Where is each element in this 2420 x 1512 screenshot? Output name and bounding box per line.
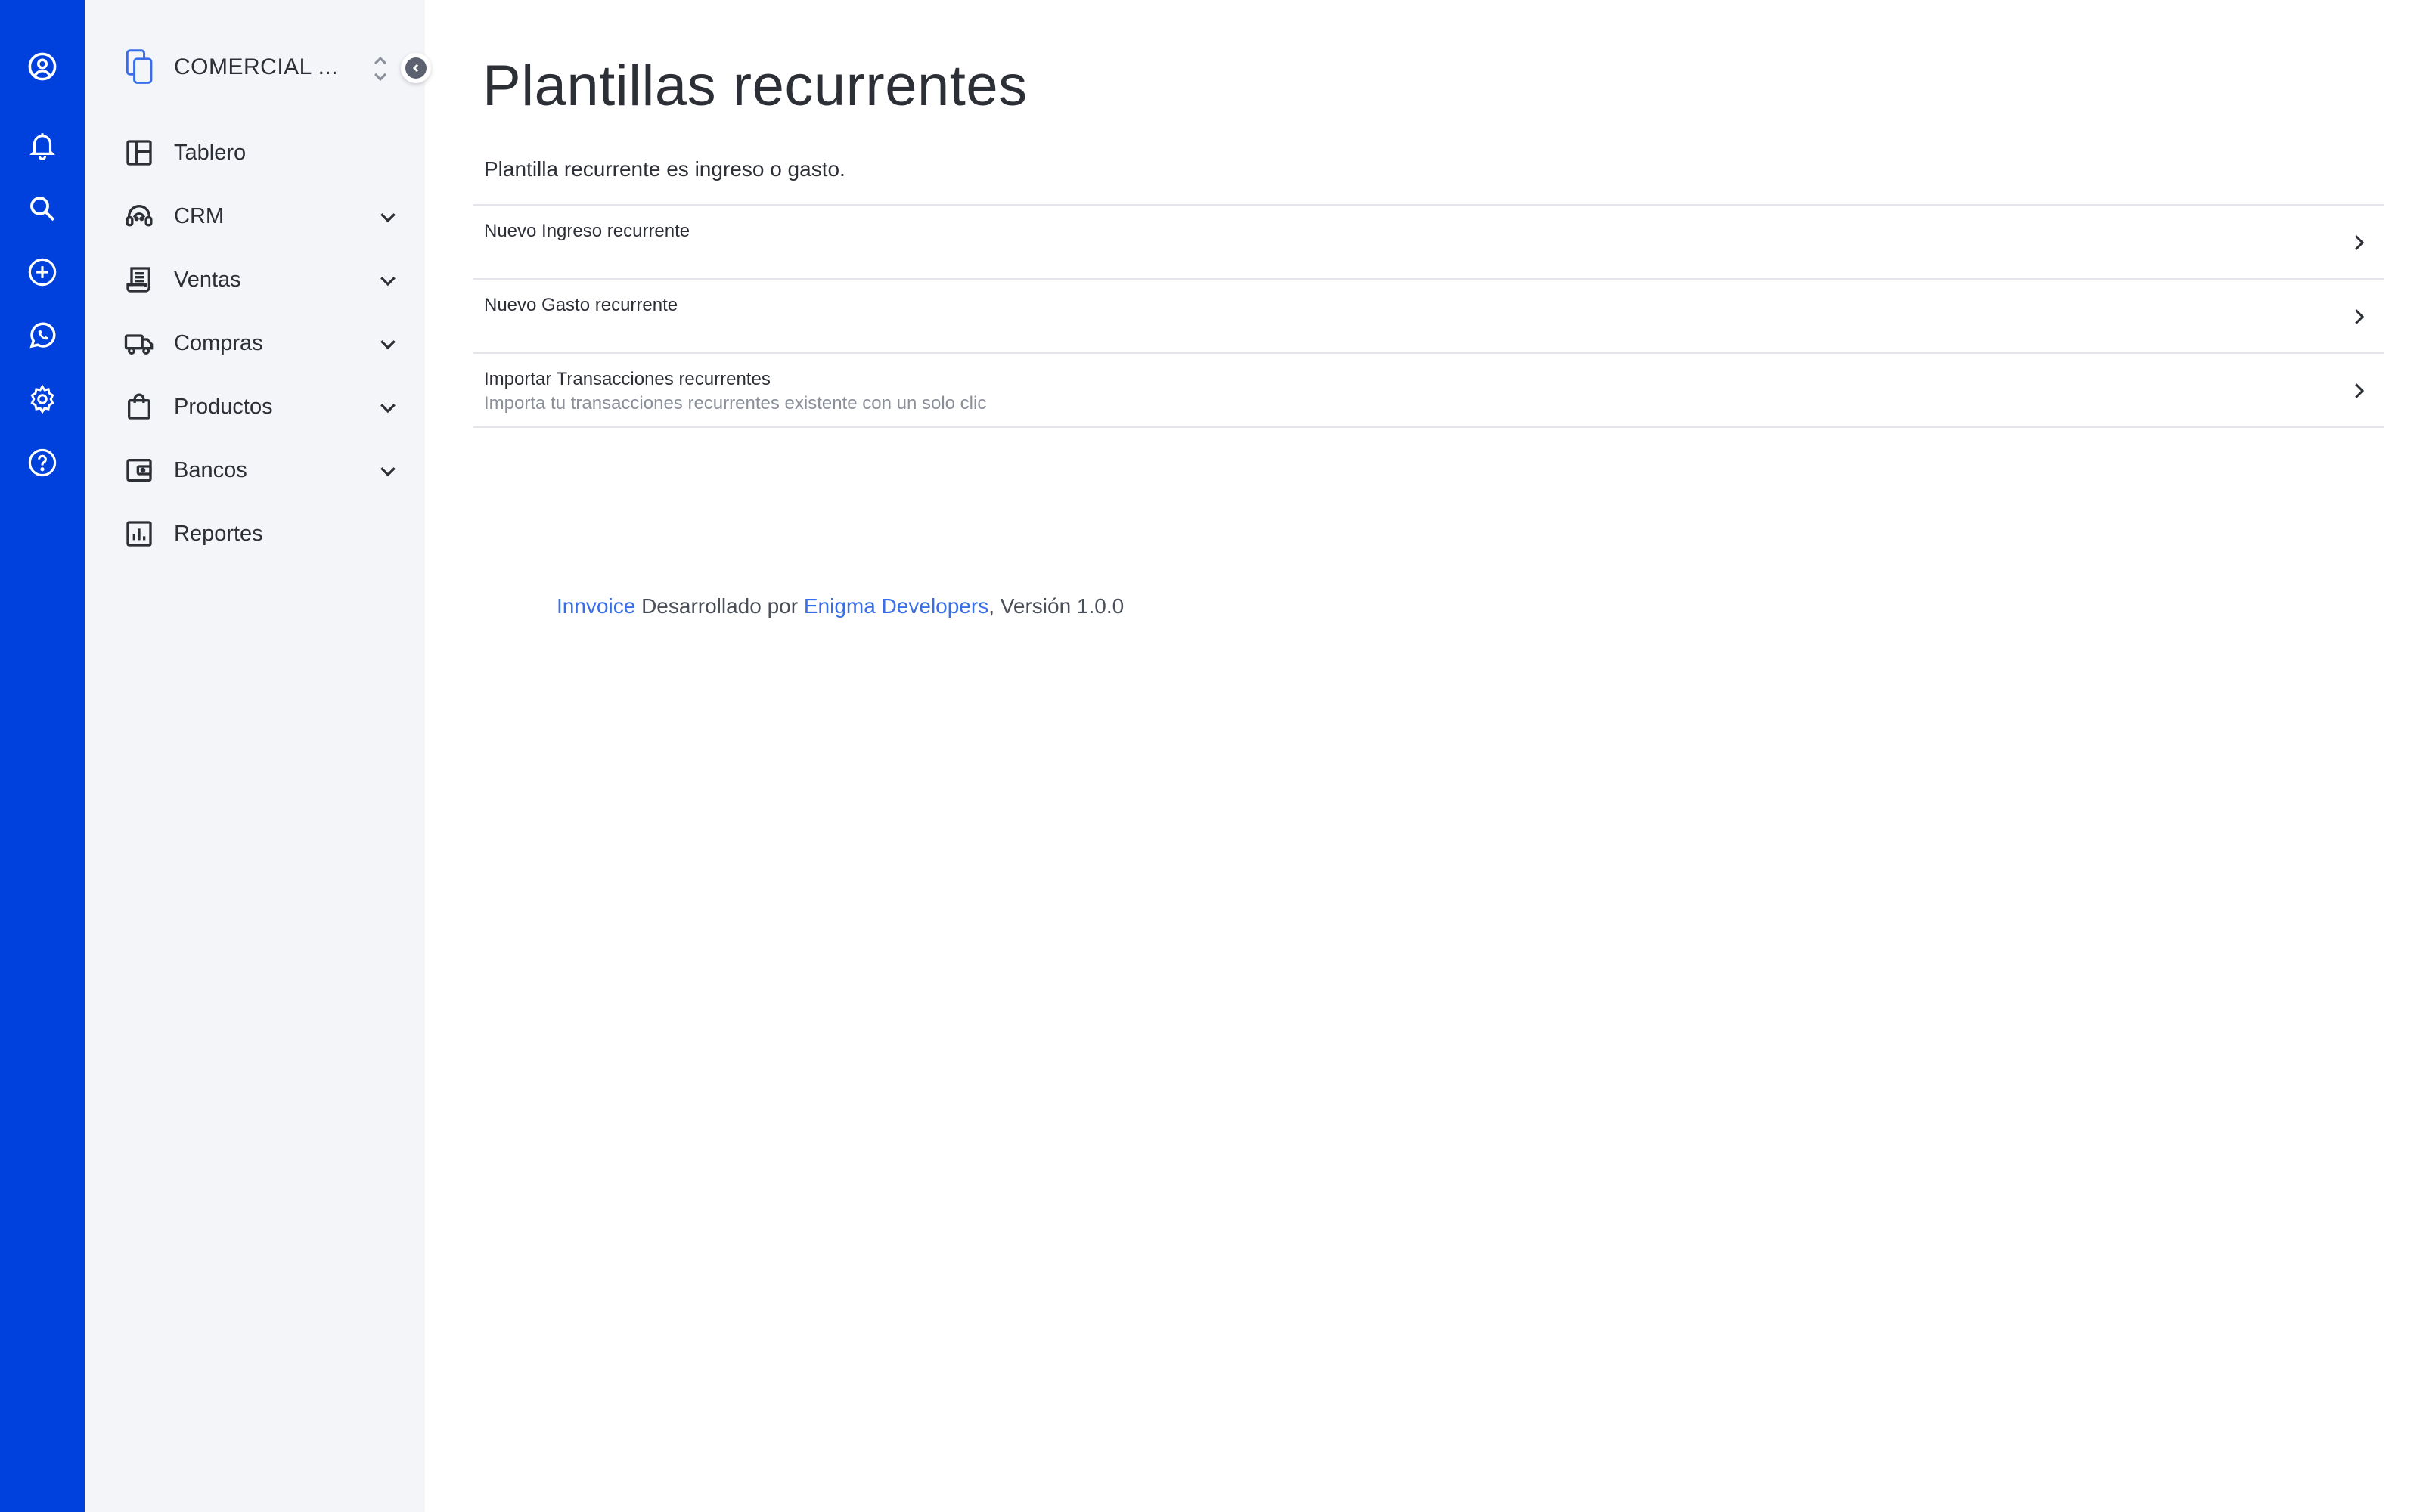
create-button[interactable]	[24, 254, 60, 290]
sidebar-item-label: CRM	[174, 203, 225, 228]
chevron-down-icon[interactable]	[377, 460, 399, 482]
sidebar: COMERCIAL ... Tablero CRM Ventas Compras…	[85, 0, 431, 1512]
truck-icon	[124, 334, 154, 355]
whatsapp-icon	[29, 322, 56, 349]
sidebar-item-ventas[interactable]: Ventas	[123, 248, 402, 311]
option-subtitle: Importa tu transacciones recurrentes exi…	[484, 393, 987, 414]
sidebar-item-tablero[interactable]: Tablero	[123, 121, 402, 184]
profile-button[interactable]	[24, 48, 60, 85]
help-circle-icon	[28, 448, 57, 477]
gear-icon	[30, 384, 54, 414]
main-content: Plantillas recurrentes Plantilla recurre…	[425, 0, 2420, 1512]
page-description: Plantilla recurrente es ingreso o gasto.	[484, 157, 845, 181]
settings-button[interactable]	[24, 381, 60, 417]
sidebar-item-label: Reportes	[174, 521, 263, 546]
company-switcher[interactable]: COMERCIAL ...	[123, 44, 410, 91]
notifications-button[interactable]	[24, 127, 60, 163]
bell-icon	[29, 133, 55, 160]
footer: Innvoice Desarrollado por Enigma Develop…	[557, 594, 1124, 618]
app-link[interactable]: Innvoice	[557, 594, 635, 618]
whatsapp-button[interactable]	[24, 318, 60, 354]
chevron-down-icon[interactable]	[377, 333, 399, 355]
sidebar-item-label: Tablero	[174, 140, 247, 165]
sidebar-item-label: Compras	[174, 330, 263, 355]
bar-chart-icon	[126, 521, 152, 547]
headset-icon	[126, 205, 153, 227]
plus-circle-icon	[28, 258, 57, 287]
sidebar-item-label: Productos	[174, 394, 273, 419]
option-title: Importar Transacciones recurrentes	[484, 369, 771, 389]
chevron-down-icon[interactable]	[377, 269, 399, 292]
chevron-right-icon	[2355, 309, 2365, 324]
page-title: Plantillas recurrentes	[482, 54, 1028, 118]
recurring-options-list: Nuevo Ingreso recurrente Nuevo Gasto rec…	[473, 204, 2384, 428]
sidebar-item-crm[interactable]: CRM	[123, 184, 402, 248]
sidebar-item-label: Ventas	[174, 267, 241, 292]
chevron-right-icon	[2355, 235, 2365, 250]
option-title: Nuevo Ingreso recurrente	[484, 221, 690, 241]
wallet-icon	[126, 459, 152, 482]
shopping-bag-icon	[128, 393, 150, 420]
sidebar-item-compras[interactable]: Compras	[123, 311, 402, 375]
receipt-icon	[126, 267, 150, 293]
chevron-down-icon[interactable]	[377, 206, 399, 228]
dashboard-icon	[126, 140, 152, 166]
company-name: COMERCIAL ...	[174, 54, 339, 79]
sidebar-item-label: Bancos	[174, 457, 247, 482]
sidebar-nav: Tablero CRM Ventas Compras Productos Ban…	[123, 121, 402, 565]
chevron-right-icon	[2355, 383, 2365, 398]
developer-link[interactable]: Enigma Developers	[804, 594, 988, 618]
collapse-sidebar-button[interactable]	[401, 53, 431, 83]
user-circle-icon	[28, 52, 57, 81]
sidebar-item-bancos[interactable]: Bancos	[123, 438, 402, 502]
chevron-down-icon[interactable]	[377, 396, 399, 419]
footer-developed-by: Desarrollado por	[635, 594, 804, 618]
sidebar-item-reportes[interactable]: Reportes	[123, 502, 402, 565]
chevron-up-down-icon	[374, 56, 387, 82]
help-button[interactable]	[24, 445, 60, 481]
sidebar-item-productos[interactable]: Productos	[123, 375, 402, 438]
option-new-recurring-income[interactable]: Nuevo Ingreso recurrente	[473, 206, 2384, 280]
search-button[interactable]	[24, 191, 60, 227]
option-title: Nuevo Gasto recurrente	[484, 295, 678, 315]
option-import-recurring-transactions[interactable]: Importar Transacciones recurrentes Impor…	[473, 354, 2384, 428]
search-icon	[30, 197, 55, 222]
icon-rail	[0, 0, 85, 1512]
company-documents-icon	[126, 49, 153, 84]
chevron-left-icon	[412, 64, 419, 73]
option-new-recurring-expense[interactable]: Nuevo Gasto recurrente	[473, 280, 2384, 354]
footer-version: , Versión 1.0.0	[988, 594, 1125, 618]
